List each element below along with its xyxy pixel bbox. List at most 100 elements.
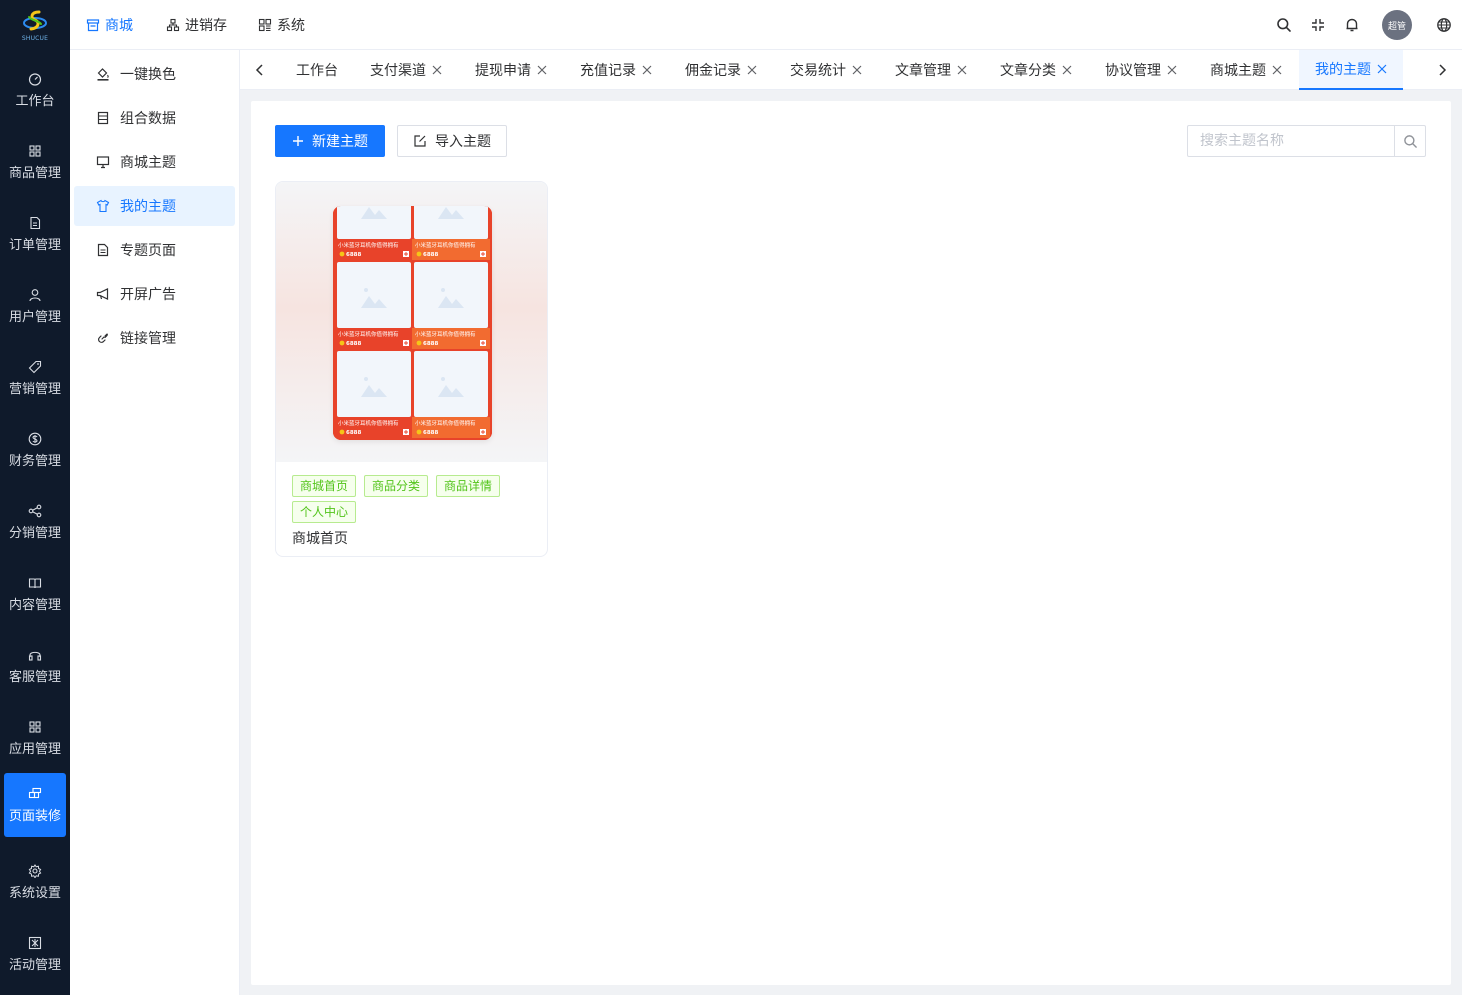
dashboard-icon bbox=[28, 72, 42, 86]
user-icon bbox=[29, 288, 41, 301]
header-nav-label: 系统 bbox=[277, 18, 305, 34]
svg-text:小米蓝牙耳机你值得拥有: 小米蓝牙耳机你值得拥有 bbox=[338, 330, 399, 338]
tab-label: 商城主题 bbox=[1210, 63, 1266, 79]
tab-label: 提现申请 bbox=[475, 63, 531, 79]
tabs-bar: 工作台 支付渠道 提现申请 充值记录 佣金记录 交易统计 文章管理 文章分类 协… bbox=[240, 50, 1462, 90]
search-icon[interactable] bbox=[1276, 17, 1292, 33]
preview-product-card: 小米蓝牙耳机你值得拥有 6888 bbox=[412, 351, 490, 438]
sidebar-item-activities[interactable]: 活动管理 bbox=[0, 922, 70, 986]
tab-mall-theme[interactable]: 商城主题 bbox=[1210, 50, 1282, 90]
import-theme-button[interactable]: 导入主题 bbox=[397, 125, 507, 157]
tab-article-manage[interactable]: 文章管理 bbox=[895, 50, 967, 90]
close-icon[interactable] bbox=[432, 65, 442, 75]
sidebar-item-distribution[interactable]: 分销管理 bbox=[0, 490, 70, 554]
close-icon[interactable] bbox=[537, 65, 547, 75]
headset-icon bbox=[28, 651, 42, 661]
close-icon[interactable] bbox=[957, 65, 967, 75]
chevron-right-icon[interactable] bbox=[1434, 62, 1450, 78]
megaphone-icon bbox=[96, 288, 109, 300]
svg-text:6888: 6888 bbox=[346, 341, 361, 347]
header-nav-label: 商城 bbox=[105, 18, 133, 34]
sidebar-item-label: 营销管理 bbox=[8, 381, 61, 397]
monitor-icon bbox=[96, 156, 110, 169]
bell-icon[interactable] bbox=[1344, 17, 1360, 33]
theme-search bbox=[1187, 125, 1426, 157]
sidebar-item-apps[interactable]: 应用管理 bbox=[0, 706, 70, 770]
phone-mockup: 小米蓝牙耳机你值得拥有 6888 小米蓝牙耳机你值得拥有 6888 小米蓝牙耳机你值得拥… bbox=[333, 206, 492, 440]
header-nav-system[interactable]: 系统 bbox=[258, 0, 305, 50]
close-icon[interactable] bbox=[1377, 64, 1387, 74]
avatar[interactable]: 超管 bbox=[1382, 10, 1412, 40]
header-nav-inventory[interactable]: 进销存 bbox=[166, 0, 227, 50]
grid-icon bbox=[29, 144, 41, 157]
submenu-item-mall-theme[interactable]: 商城主题 bbox=[74, 142, 235, 182]
tab-my-theme[interactable]: 我的主题 bbox=[1299, 50, 1403, 90]
new-theme-label: 新建主题 bbox=[312, 134, 368, 150]
sidebar-item-orders[interactable]: 订单管理 bbox=[0, 202, 70, 266]
search-button[interactable] bbox=[1394, 126, 1425, 156]
document-icon bbox=[30, 216, 41, 229]
shop-icon bbox=[86, 19, 100, 32]
sidebar-item-content[interactable]: 内容管理 bbox=[0, 562, 70, 626]
sidebar-item-service[interactable]: 客服管理 bbox=[0, 634, 70, 698]
edit-icon bbox=[414, 135, 426, 147]
sidebar-item-label: 用户管理 bbox=[8, 309, 61, 325]
preview-product-card: 小米蓝牙耳机你值得拥有 6888 bbox=[412, 206, 490, 260]
book-icon bbox=[28, 577, 42, 588]
sidebar-item-finance[interactable]: 财务管理 bbox=[0, 418, 70, 482]
new-theme-button[interactable]: 新建主题 bbox=[275, 125, 385, 157]
close-icon[interactable] bbox=[1062, 65, 1072, 75]
globe-icon[interactable] bbox=[1436, 17, 1452, 33]
close-icon[interactable] bbox=[1272, 65, 1282, 75]
tab-dashboard[interactable]: 工作台 bbox=[296, 50, 338, 90]
tab-agreement-manage[interactable]: 协议管理 bbox=[1105, 50, 1177, 90]
tab-recharge-record[interactable]: 充值记录 bbox=[580, 50, 652, 90]
close-icon[interactable] bbox=[852, 65, 862, 75]
sidebar-item-users[interactable]: 用户管理 bbox=[0, 274, 70, 338]
svg-text:6888: 6888 bbox=[423, 252, 438, 258]
theme-preview: 小米蓝牙耳机你值得拥有 6888 小米蓝牙耳机你值得拥有 6888 小米蓝牙耳机你值得拥… bbox=[276, 182, 547, 462]
tab-withdraw-apply[interactable]: 提现申请 bbox=[475, 50, 547, 90]
sidebar-item-label: 应用管理 bbox=[8, 741, 61, 757]
share-icon bbox=[28, 504, 42, 517]
sidebar-item-products[interactable]: 商品管理 bbox=[0, 130, 70, 194]
submenu-item-special-page[interactable]: 专题页面 bbox=[74, 230, 235, 270]
submenu-item-my-theme[interactable]: 我的主题 bbox=[74, 186, 235, 226]
sidebar-item-dashboard[interactable]: 工作台 bbox=[0, 58, 70, 122]
search-input[interactable] bbox=[1188, 126, 1394, 156]
chevron-left-icon[interactable] bbox=[252, 62, 268, 78]
theme-card[interactable]: 小米蓝牙耳机你值得拥有 6888 小米蓝牙耳机你值得拥有 6888 小米蓝牙耳机你值得拥… bbox=[275, 181, 548, 557]
app-logo[interactable]: SHUCUE bbox=[0, 0, 70, 50]
tab-commission-record[interactable]: 佣金记录 bbox=[685, 50, 757, 90]
dollar-icon bbox=[28, 432, 42, 445]
content-panel: 新建主题 导入主题 小米蓝牙耳机你值得拥有 6888 小米蓝牙耳机你值得拥有 6888… bbox=[251, 101, 1451, 985]
svg-text:6888: 6888 bbox=[423, 430, 438, 436]
submenu-item-link-manage[interactable]: 链接管理 bbox=[74, 318, 235, 358]
submenu-item-label: 开屏广告 bbox=[120, 287, 176, 303]
system-icon bbox=[258, 18, 272, 32]
tab-article-category[interactable]: 文章分类 bbox=[1000, 50, 1072, 90]
search-icon bbox=[1403, 134, 1417, 148]
sidebar-item-settings[interactable]: 系统设置 bbox=[0, 850, 70, 914]
sidebar-item-marketing[interactable]: 营销管理 bbox=[0, 346, 70, 410]
close-icon[interactable] bbox=[747, 65, 757, 75]
sidebar-item-label: 订单管理 bbox=[8, 237, 61, 253]
fullscreen-icon[interactable] bbox=[1310, 17, 1326, 33]
submenu-item-label: 组合数据 bbox=[120, 111, 176, 127]
tab-trade-statistics[interactable]: 交易统计 bbox=[790, 50, 862, 90]
svg-text:6888: 6888 bbox=[346, 252, 361, 258]
header-nav-mall[interactable]: 商城 bbox=[86, 0, 133, 50]
inventory-icon bbox=[166, 18, 180, 32]
tab-payment-channel[interactable]: 支付渠道 bbox=[370, 50, 442, 90]
submenu-item-splash-ad[interactable]: 开屏广告 bbox=[74, 274, 235, 314]
submenu-item-color[interactable]: 一键换色 bbox=[74, 54, 235, 94]
tag-icon bbox=[28, 360, 42, 373]
theme-tag: 个人中心 bbox=[292, 501, 357, 523]
close-icon[interactable] bbox=[1167, 65, 1177, 75]
close-icon[interactable] bbox=[642, 65, 652, 75]
submenu-item-combined-data[interactable]: 组合数据 bbox=[74, 98, 235, 138]
svg-text:小米蓝牙耳机你值得拥有: 小米蓝牙耳机你值得拥有 bbox=[415, 419, 476, 427]
import-theme-label: 导入主题 bbox=[435, 134, 491, 150]
sidebar-item-label: 系统设置 bbox=[8, 885, 61, 901]
sidebar-item-page-decoration[interactable]: 页面装修 bbox=[4, 773, 66, 837]
